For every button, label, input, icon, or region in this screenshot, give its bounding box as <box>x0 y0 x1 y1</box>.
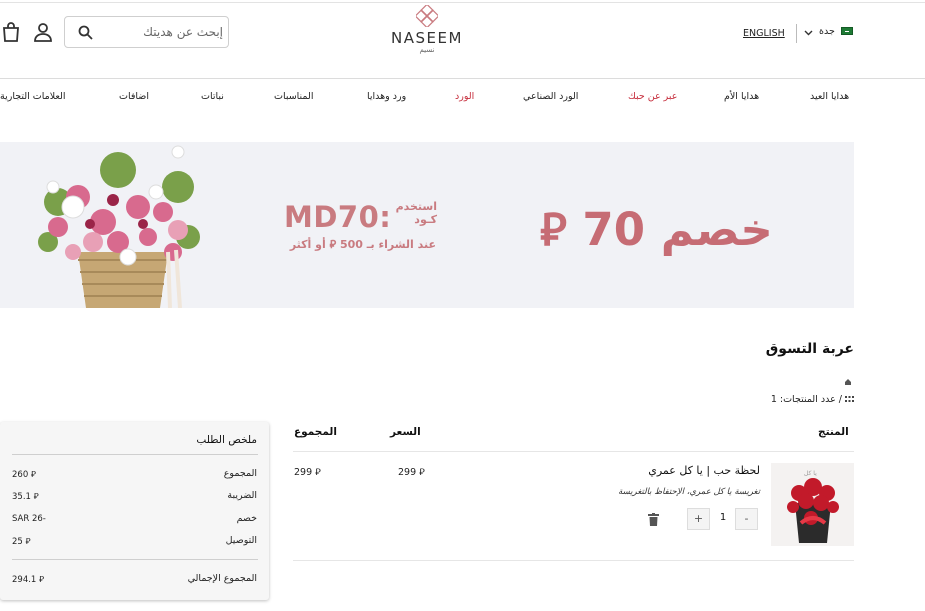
promo-banner[interactable]: MD70: استخدم كـود عند الشراء بـ 500 ⃁ أو… <box>0 142 854 308</box>
summary-total-divider <box>12 559 258 560</box>
site-logo[interactable]: NASEEM نسيم <box>372 5 482 61</box>
nav-item-occasions[interactable]: المناسبات <box>274 91 313 102</box>
summary-delivery-label: التوصيل <box>225 535 257 546</box>
search-icon[interactable] <box>78 25 93 40</box>
shopping-bag-icon[interactable] <box>2 22 20 42</box>
nav-item-flowers-and-gifts[interactable]: ورد وهدايا <box>367 91 406 102</box>
decrease-quantity-button[interactable]: - <box>735 508 758 530</box>
increase-quantity-button[interactable]: + <box>687 508 710 530</box>
summary-subtotal-label: المجموع <box>223 468 257 479</box>
city-selector[interactable]: جدة <box>819 26 835 37</box>
logo-text: NASEEM <box>391 29 463 47</box>
nav-item-flowers[interactable]: الورد <box>455 91 474 102</box>
promo-discount-headline: خصم 70 ⃁ <box>540 203 773 256</box>
product-total: 299 ⃁ <box>294 467 321 478</box>
product-name[interactable]: لحظة حب | يا كل عمري <box>560 464 760 477</box>
summary-discount-value: SAR 26- <box>12 514 46 524</box>
promo-code-label-line1: استخدم <box>395 200 437 213</box>
divider <box>796 24 797 43</box>
bouquet-image <box>38 145 200 308</box>
svg-text:يا كل: يا كل <box>804 470 817 477</box>
product-price: 299 ⃁ <box>398 467 425 478</box>
top-border <box>0 2 925 3</box>
header-divider <box>0 78 925 79</box>
product-count: / عدد المنتجات: 1 <box>770 394 842 405</box>
nav-item-brands[interactable]: العلامات التجارية <box>0 91 65 102</box>
search-input[interactable] <box>101 18 223 46</box>
summary-tax-value: 35.1 ⃁ <box>12 492 39 502</box>
nav-item-artificial-flowers[interactable]: الورد الصناعي <box>523 91 578 102</box>
summary-discount-label: خصم <box>236 513 257 524</box>
promo-condition: عند الشراء بـ 500 ⃁ أو أكثر <box>289 238 436 251</box>
page-title: عربة التسوق <box>765 341 854 357</box>
quantity-value[interactable]: 1 <box>713 512 733 523</box>
summary-grand-total-value: 294.1 ⃁ <box>12 575 45 585</box>
saudi-flag-icon <box>841 27 853 35</box>
promo-code: MD70: <box>284 200 392 234</box>
summary-grand-total-label: المجموع الإجمالي <box>187 573 257 584</box>
column-header-price: السعر <box>390 426 421 438</box>
flower-logo-icon <box>416 5 438 27</box>
nav-item-eid-gifts[interactable]: هدايا العيد <box>810 91 849 102</box>
product-note: تغريسة يا كل عمري، الإحتفاظ بالتغريسة <box>618 487 760 497</box>
column-header-total: المجموع <box>294 426 337 438</box>
table-row-divider <box>293 560 854 561</box>
promo-code-label-line2: كـود <box>414 213 437 226</box>
nav-item-add-ons[interactable]: اضافات <box>119 91 149 102</box>
grid-icon <box>845 396 854 402</box>
table-header-divider <box>293 451 854 452</box>
search-box[interactable] <box>64 16 229 48</box>
home-icon[interactable] <box>844 378 852 386</box>
chevron-down-icon[interactable] <box>804 28 813 37</box>
nav-item-express-love[interactable]: عبر عن حبك <box>628 91 677 102</box>
nav-item-mother-gifts[interactable]: هدايا الأم <box>724 91 759 102</box>
summary-delivery-value: 25 ⃁ <box>12 537 31 547</box>
rose-box-image: يا كل <box>771 463 854 546</box>
language-switch-link[interactable]: ENGLISH <box>743 28 785 39</box>
product-image[interactable]: يا كل <box>771 463 854 546</box>
order-summary-panel: ملخص الطلب المجموع 260 ⃁ الضريبة 35.1 ⃁ … <box>0 422 269 600</box>
order-summary-title: ملخص الطلب <box>196 434 257 446</box>
user-icon[interactable] <box>33 22 53 42</box>
nav-item-plants[interactable]: نباتات <box>201 91 224 102</box>
logo-text-arabic: نسيم <box>419 46 435 54</box>
breadcrumb: / عدد المنتجات: 1 <box>700 394 854 405</box>
summary-divider <box>12 454 258 455</box>
promo-code-label: استخدم كـود <box>382 200 437 226</box>
trash-icon[interactable] <box>648 513 659 526</box>
summary-subtotal-value: 260 ⃁ <box>12 470 36 480</box>
summary-tax-label: الضريبة <box>227 490 257 501</box>
column-header-product: المنتج <box>818 426 849 438</box>
